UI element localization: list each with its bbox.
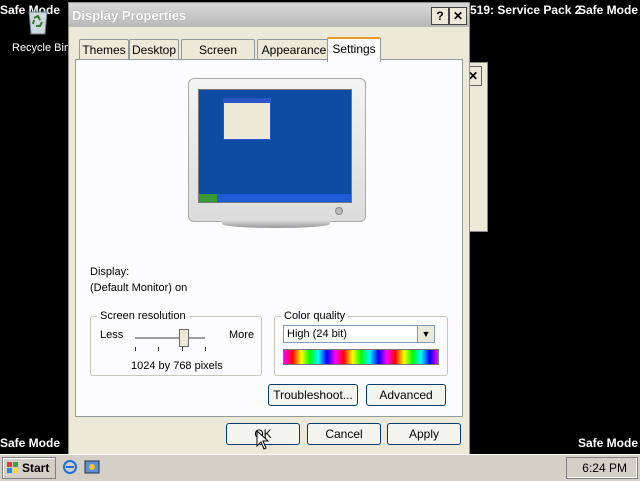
color-spectrum-bar xyxy=(283,349,439,365)
monitor-preview xyxy=(188,78,366,228)
recycle-bin-icon xyxy=(23,4,53,36)
monitor-preview-taskbar xyxy=(199,194,351,202)
build-info-text: 519: Service Pack 2 xyxy=(470,3,582,17)
help-button[interactable]: ? xyxy=(431,7,449,25)
dialog-title: Display Properties xyxy=(72,8,187,23)
troubleshoot-button[interactable]: Troubleshoot... xyxy=(268,384,358,406)
mouse-cursor-icon xyxy=(256,430,270,450)
start-label: Start xyxy=(22,461,50,475)
apply-button[interactable]: Apply xyxy=(387,423,461,445)
resolution-slider-track[interactable] xyxy=(135,337,205,340)
color-quality-select[interactable]: High (24 bit) ▼ xyxy=(283,325,435,343)
monitor-screen xyxy=(198,89,352,203)
monitor-preview-window xyxy=(223,98,271,140)
windows-logo-icon xyxy=(7,462,18,473)
cancel-button[interactable]: Cancel xyxy=(307,423,381,445)
tab-themes[interactable]: Themes xyxy=(79,39,129,60)
clock[interactable]: 6:24 PM xyxy=(582,461,627,475)
advanced-button[interactable]: Advanced xyxy=(366,384,446,406)
dialog-titlebar[interactable]: Display Properties ? ✕ xyxy=(69,3,469,27)
color-quality-title: Color quality xyxy=(281,310,349,322)
slider-tick xyxy=(182,347,183,351)
tab-desktop[interactable]: Desktop xyxy=(129,39,179,60)
system-tray: 6:24 PM xyxy=(566,457,638,479)
resolution-slider-thumb[interactable] xyxy=(179,329,189,347)
chevron-down-icon[interactable]: ▼ xyxy=(417,326,434,342)
taskbar: Start 6:24 PM xyxy=(0,454,640,481)
display-properties-dialog: Display Properties ? ✕ Themes Desktop Sc… xyxy=(68,2,470,456)
slider-tick xyxy=(135,347,136,351)
display-value: (Default Monitor) on xyxy=(90,282,188,294)
display-label: Display: xyxy=(90,266,130,278)
start-button[interactable]: Start xyxy=(2,457,56,479)
safe-mode-label-bottom-left: Safe Mode xyxy=(0,436,61,450)
resolution-more-label: More xyxy=(229,329,255,341)
monitor-stand xyxy=(222,220,330,228)
safe-mode-label-top-right: Safe Mode xyxy=(577,3,638,17)
tab-appearance[interactable]: Appearance xyxy=(257,39,331,60)
color-quality-value: High (24 bit) xyxy=(287,328,347,340)
color-quality-group: Color quality High (24 bit) ▼ xyxy=(274,310,448,376)
close-button[interactable]: ✕ xyxy=(449,7,467,25)
resolution-value: 1024 by 768 pixels xyxy=(131,360,223,372)
monitor-power-led xyxy=(335,207,343,215)
show-desktop-icon[interactable] xyxy=(84,459,100,475)
tab-screen-saver[interactable]: Screen Saver xyxy=(181,39,255,77)
monitor-bezel xyxy=(188,78,366,222)
recycle-bin-label: Recycle Bin xyxy=(12,42,71,54)
tab-settings[interactable]: Settings xyxy=(327,37,381,62)
monitor-preview-start xyxy=(199,194,217,202)
internet-explorer-icon[interactable] xyxy=(62,459,78,475)
safe-mode-label-bottom-right: Safe Mode xyxy=(577,436,638,450)
settings-panel: Display: (Default Monitor) on Screen res… xyxy=(75,59,463,417)
screen-resolution-title: Screen resolution xyxy=(97,310,189,322)
slider-tick xyxy=(158,347,159,351)
slider-tick xyxy=(205,347,206,351)
recycle-bin-shortcut[interactable]: Recycle Bin xyxy=(8,4,70,54)
resolution-less-label: Less xyxy=(100,329,124,341)
screen-resolution-group: Screen resolution Less More 1024 by 768 … xyxy=(90,310,262,376)
